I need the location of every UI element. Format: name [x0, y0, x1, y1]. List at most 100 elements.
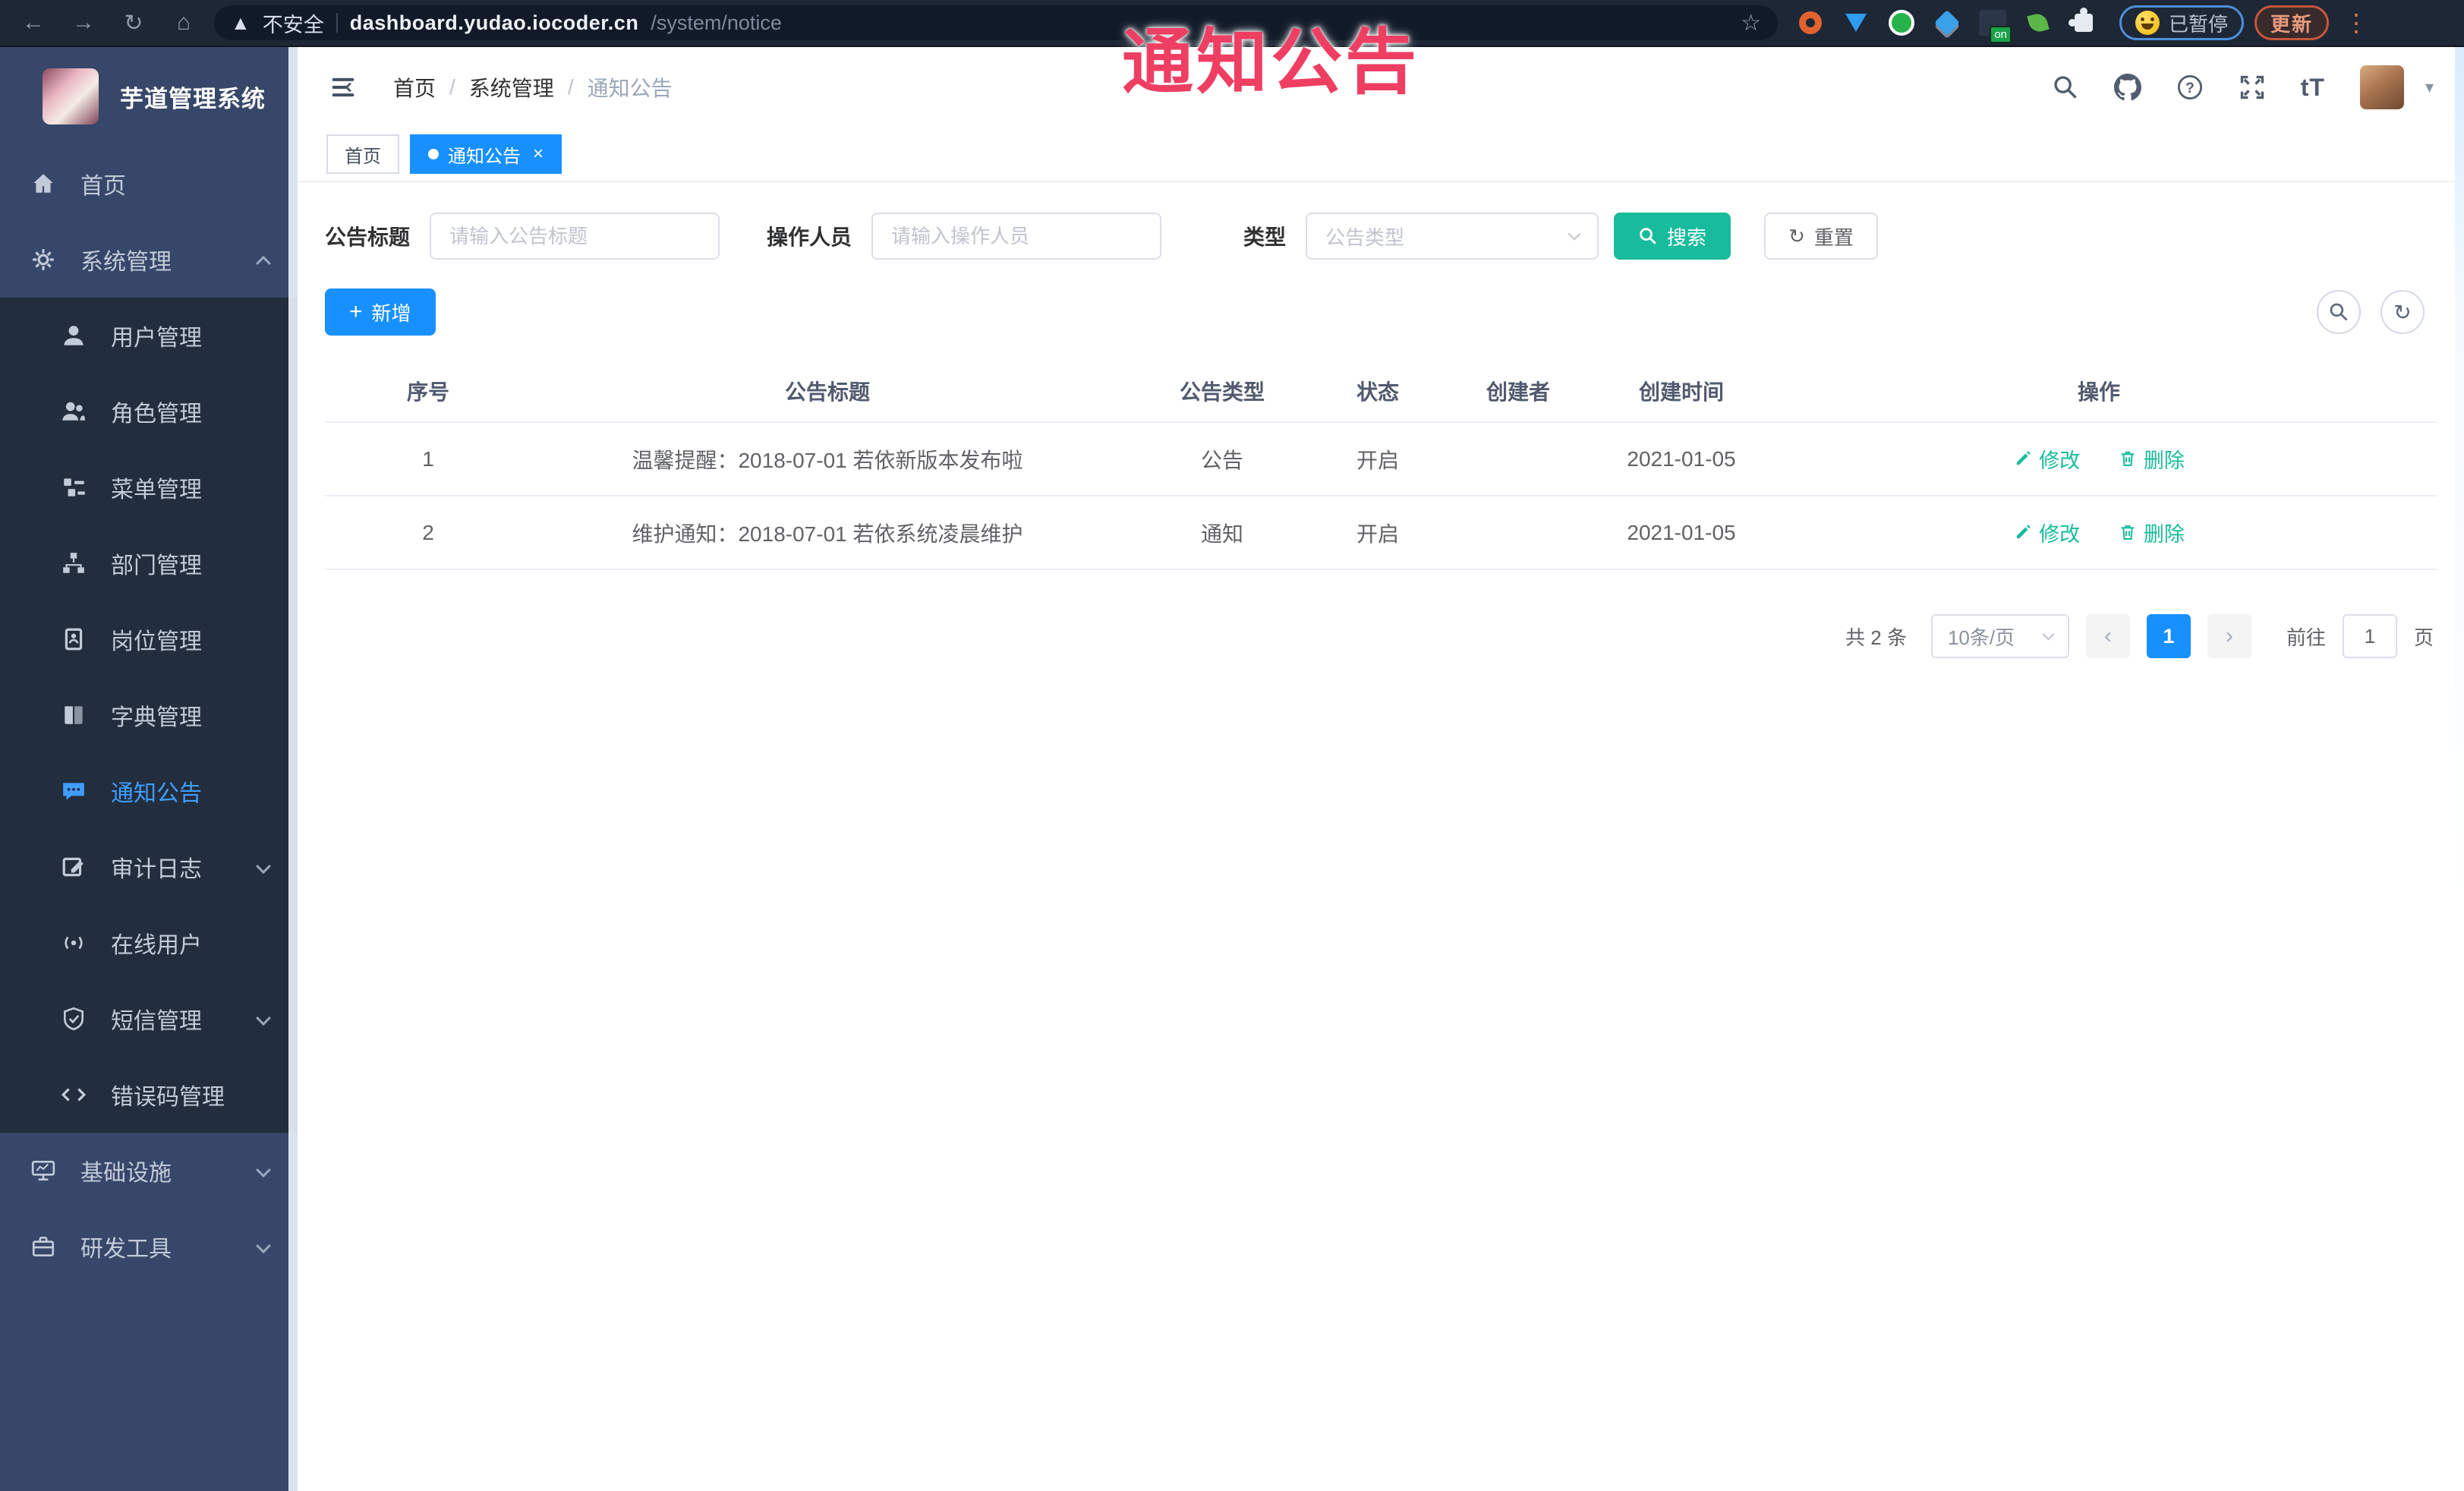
- sidebar-item-label: 通知公告: [111, 781, 202, 806]
- svg-text:?: ?: [2185, 80, 2195, 96]
- sidebar-item-dev-tools[interactable]: 研发工具: [0, 1209, 298, 1285]
- extensions-puzzle-icon[interactable]: [2069, 8, 2098, 37]
- cell-status: 开启: [1321, 496, 1435, 570]
- refresh-icon: ↻: [2393, 300, 2412, 324]
- bookmark-star-icon[interactable]: ☆: [1741, 10, 1761, 36]
- col-created: 创建时间: [1602, 360, 1761, 423]
- tab-home[interactable]: 首页: [326, 134, 399, 174]
- type-filter-select[interactable]: 公告类型: [1306, 213, 1599, 260]
- update-label: 更新: [2270, 12, 2314, 36]
- sidebar-item-menus[interactable]: 菜单管理: [0, 449, 298, 525]
- search-icon[interactable]: [2052, 74, 2079, 101]
- refresh-table-button[interactable]: ↻: [2381, 290, 2425, 334]
- goto-label: 前往: [2286, 626, 2326, 649]
- address-bar[interactable]: ▲ 不安全 dashboard.yudao.iocoder.cn/system/…: [214, 5, 1778, 40]
- add-button-label: 新增: [371, 301, 411, 325]
- extension-drop-icon[interactable]: [1842, 8, 1870, 37]
- sidebar-logo-row[interactable]: 芋道管理系统: [0, 47, 298, 146]
- cell-created: 2021-01-05: [1602, 422, 1761, 496]
- sidebar-item-posts[interactable]: 岗位管理: [0, 601, 298, 677]
- next-page-button[interactable]: ›: [2207, 614, 2251, 658]
- search-button[interactable]: 搜索: [1614, 213, 1731, 260]
- font-size-icon[interactable]: tT: [2301, 74, 2325, 102]
- browser-back-icon[interactable]: ←: [14, 6, 53, 39]
- system-submenu: 用户管理 角色管理 菜单管理 部门管理 岗位管理 字典管理 通知公告 审计日志 …: [0, 298, 298, 1133]
- browser-update-button[interactable]: 更新: [2254, 5, 2330, 40]
- operator-filter-label: 操作人员: [767, 225, 852, 249]
- collapse-sidebar-icon[interactable]: [328, 72, 361, 102]
- sidebar-item-roles[interactable]: 角色管理: [0, 374, 298, 449]
- sidebar-item-online-users[interactable]: 在线用户: [0, 905, 298, 981]
- extension-gem-icon[interactable]: [1933, 8, 1961, 37]
- help-icon[interactable]: ?: [2176, 74, 2204, 101]
- browser-forward-icon[interactable]: →: [64, 6, 103, 39]
- extension-green-icon[interactable]: [1887, 8, 1916, 37]
- edit-link[interactable]: 修改: [2013, 444, 2080, 474]
- reset-button[interactable]: ↻ 重置: [1764, 213, 1878, 260]
- tab-notices[interactable]: 通知公告 ×: [410, 134, 562, 174]
- breadcrumb-separator: /: [567, 75, 574, 99]
- extensions-row: on: [1796, 8, 2098, 43]
- toolbox-icon: [29, 1232, 58, 1261]
- table-row: 2 维护通知：2018-07-01 若依系统凌晨维护 通知 开启 2021-01…: [325, 496, 2437, 570]
- breadcrumb: 首页 / 系统管理 / 通知公告: [393, 72, 673, 102]
- browser-profile-chip[interactable]: 已暂停: [2119, 5, 2245, 40]
- breadcrumb-system[interactable]: 系统管理: [469, 72, 554, 102]
- book-icon: [59, 701, 88, 730]
- sidebar-item-sms[interactable]: 短信管理: [0, 981, 298, 1057]
- tab-label: 通知公告: [448, 146, 521, 167]
- page-size-select[interactable]: 10条/页: [1930, 614, 2069, 658]
- fullscreen-icon[interactable]: [2239, 74, 2266, 101]
- edit-link-label: 修改: [2039, 522, 2081, 546]
- goto-unit-label: 页: [2413, 626, 2434, 649]
- type-select-placeholder: 公告类型: [1325, 225, 1405, 249]
- sidebar-item-system[interactable]: 系统管理: [0, 222, 298, 298]
- sidebar-item-notices[interactable]: 通知公告: [0, 753, 298, 829]
- tab-bar: 首页 通知公告 ×: [298, 128, 2464, 182]
- address-divider: [336, 13, 338, 33]
- header-actions: ? tT ▾: [2052, 65, 2434, 109]
- cell-type: 通知: [1123, 496, 1321, 570]
- user-icon: [59, 321, 88, 350]
- sidebar-item-label: 用户管理: [111, 326, 202, 351]
- edit-link[interactable]: 修改: [2013, 518, 2080, 547]
- sidebar-item-home[interactable]: 首页: [0, 146, 298, 222]
- title-filter-input[interactable]: [430, 213, 720, 260]
- pencil-icon: [2016, 451, 2031, 465]
- add-button[interactable]: + 新增: [325, 288, 436, 336]
- extension-switch-icon[interactable]: on: [1978, 8, 2012, 43]
- breadcrumb-home[interactable]: 首页: [393, 72, 436, 102]
- delete-link[interactable]: 删除: [2118, 518, 2185, 547]
- security-label: 不安全: [262, 13, 324, 36]
- close-tab-icon[interactable]: ×: [533, 143, 544, 165]
- show-search-toggle-button[interactable]: [2317, 290, 2361, 334]
- current-page-button[interactable]: 1: [2146, 614, 2191, 658]
- table-header-row: 序号 公告标题 公告类型 状态 创建者 创建时间 操作: [325, 360, 2437, 423]
- cell-title: 温馨提醒：2018-07-01 若依新版本发布啦: [531, 422, 1123, 496]
- sidebar-item-label: 角色管理: [111, 402, 202, 427]
- avatar-caret-icon[interactable]: ▾: [2425, 77, 2434, 97]
- delete-link[interactable]: 删除: [2118, 444, 2185, 474]
- cell-index: 2: [325, 496, 531, 570]
- sidebar-item-users[interactable]: 用户管理: [0, 298, 298, 374]
- github-icon[interactable]: [2113, 74, 2141, 101]
- chat-bubble-icon: [59, 777, 88, 805]
- sidebar-item-departments[interactable]: 部门管理: [0, 525, 298, 601]
- sidebar-item-dictionary[interactable]: 字典管理: [0, 677, 298, 753]
- window-scrollbar[interactable]: [2455, 47, 2464, 1491]
- extension-orange-icon[interactable]: [1796, 8, 1825, 37]
- sidebar-item-error-codes[interactable]: 错误码管理: [0, 1057, 298, 1133]
- prev-page-button[interactable]: ‹: [2085, 614, 2130, 658]
- user-avatar[interactable]: [2359, 65, 2404, 109]
- security-warning-icon: ▲: [231, 11, 250, 34]
- extension-leaf-icon[interactable]: [2024, 8, 2053, 37]
- browser-home-icon[interactable]: ⌂: [164, 6, 203, 39]
- sidebar-item-infrastructure[interactable]: 基础设施: [0, 1133, 298, 1209]
- browser-menu-icon[interactable]: ⋮: [2344, 8, 2368, 37]
- goto-page-input[interactable]: [2342, 614, 2397, 658]
- sidebar-item-audit-log[interactable]: 审计日志: [0, 829, 298, 905]
- browser-refresh-icon[interactable]: ↻: [114, 6, 153, 39]
- org-chart-icon: [59, 549, 88, 578]
- sidebar-item-label: 系统管理: [80, 250, 172, 275]
- operator-filter-input[interactable]: [871, 213, 1162, 260]
